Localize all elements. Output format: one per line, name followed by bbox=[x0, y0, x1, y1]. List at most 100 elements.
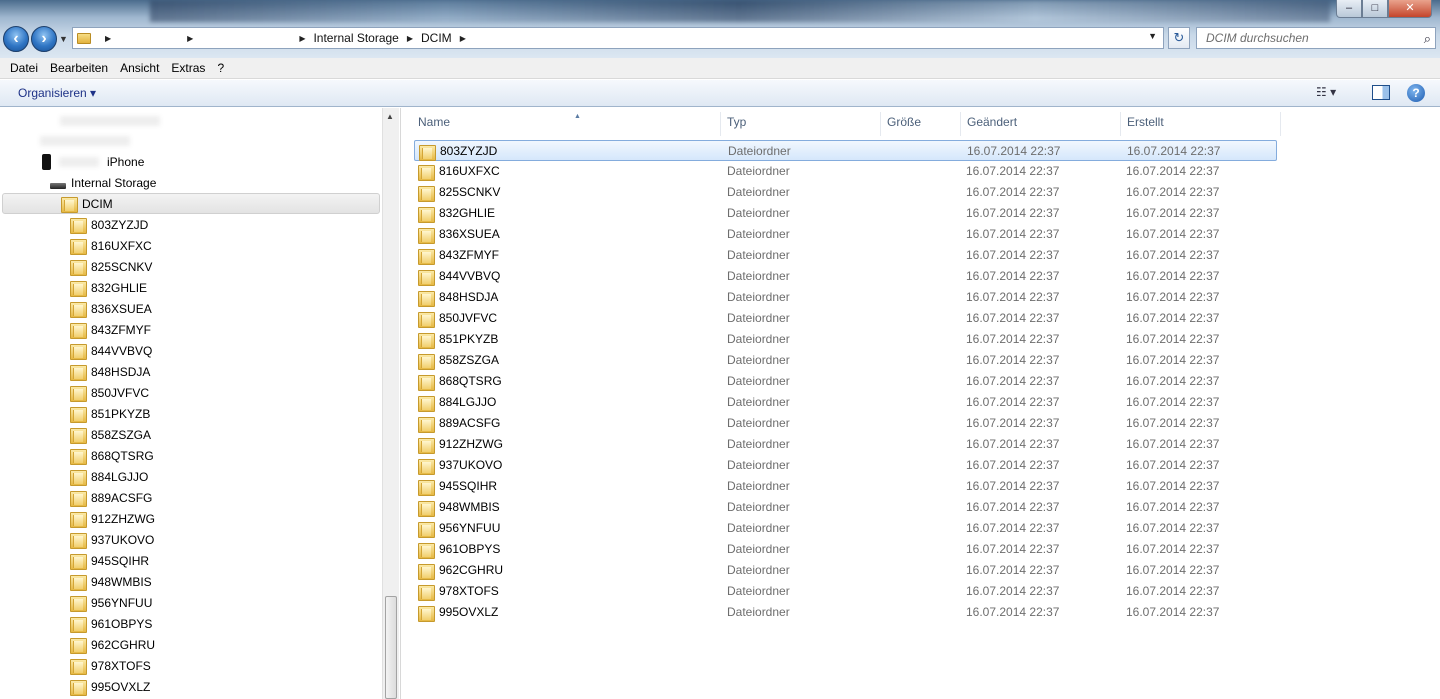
file-row[interactable]: 937UKOVO Dateiordner 16.07.2014 22:37 16.07… bbox=[414, 455, 1277, 476]
search-icon[interactable]: ⌕ bbox=[1424, 31, 1431, 47]
tree-item-folder[interactable]: 889ACSFG bbox=[70, 487, 152, 508]
menu-datei[interactable]: Datei bbox=[4, 61, 44, 75]
file-row[interactable]: 995OVXLZ Dateiordner 16.07.2014 22:37 16.07… bbox=[414, 602, 1277, 623]
column-header-row: Name ▲ Typ Größe Geändert Erstellt bbox=[400, 112, 1440, 136]
file-row[interactable]: 816UXFXC Dateiordner 16.07.2014 22:37 16.07… bbox=[414, 161, 1277, 182]
tree-item-folder[interactable]: 850JVFVC bbox=[70, 382, 149, 403]
file-row[interactable]: 836XSUEA Dateiordner 16.07.2014 22:37 16.07… bbox=[414, 224, 1277, 245]
file-row[interactable]: 843ZFMYF Dateiordner 16.07.2014 22:37 16.07… bbox=[414, 245, 1277, 266]
command-bar: Organisieren ▾ ☷ ▾ ? bbox=[0, 80, 1440, 107]
minimize-button[interactable]: – bbox=[1336, 0, 1362, 18]
nav-scrollbar[interactable]: ▲ bbox=[382, 108, 399, 699]
file-row[interactable]: 850JVFVC Dateiordner 16.07.2014 22:37 16.07… bbox=[414, 308, 1277, 329]
tree-item-folder[interactable]: 848HSDJA bbox=[70, 361, 150, 382]
chevron-down-icon[interactable]: ▼ bbox=[1148, 31, 1157, 41]
file-name: 844VVBVQ bbox=[439, 269, 501, 283]
chevron-right-icon[interactable]: ▶ bbox=[299, 34, 305, 43]
file-row[interactable]: 832GHLIE Dateiordner 16.07.2014 22:37 16.07… bbox=[414, 203, 1277, 224]
file-row[interactable]: 803ZYZJD Dateiordner 16.07.2014 22:37 16.07… bbox=[414, 140, 1277, 161]
tree-item-folder[interactable]: 851PKYZB bbox=[70, 403, 150, 424]
chevron-right-icon[interactable]: ▶ bbox=[407, 34, 413, 43]
column-header-type[interactable]: Typ bbox=[721, 112, 881, 136]
tree-item-folder[interactable]: 912ZHZWG bbox=[70, 508, 155, 529]
menu-ansicht[interactable]: Ansicht bbox=[114, 61, 165, 75]
tree-item-folder[interactable]: 836XSUEA bbox=[70, 298, 152, 319]
file-row[interactable]: 889ACSFG Dateiordner 16.07.2014 22:37 16.07… bbox=[414, 413, 1277, 434]
folder-icon bbox=[418, 206, 435, 223]
column-header-modified[interactable]: Geändert bbox=[961, 112, 1121, 136]
tree-item-folder[interactable]: 844VVBVQ bbox=[70, 340, 152, 361]
tree-item-folder[interactable]: 945SQIHR bbox=[70, 550, 149, 571]
back-button[interactable]: ‹ bbox=[3, 26, 29, 52]
tree-item-folder[interactable]: 803ZYZJD bbox=[70, 214, 148, 235]
refresh-button[interactable]: ↻ bbox=[1168, 27, 1190, 49]
address-bar[interactable]: ▶ ▶ ▶ Internal Storage ▶ DCIM ▶ ▼ bbox=[72, 27, 1164, 49]
scroll-up-icon[interactable]: ▲ bbox=[386, 112, 394, 121]
tree-item-folder[interactable]: 832GHLIE bbox=[70, 277, 147, 298]
scrollbar-thumb[interactable] bbox=[385, 596, 397, 699]
file-row[interactable]: 945SQIHR Dateiordner 16.07.2014 22:37 16.07… bbox=[414, 476, 1277, 497]
tree-item-folder[interactable]: 995OVXLZ bbox=[70, 676, 150, 697]
sort-ascending-icon: ▲ bbox=[574, 113, 581, 120]
file-modified: 16.07.2014 22:37 bbox=[966, 185, 1060, 199]
search-input[interactable] bbox=[1197, 28, 1407, 48]
tree-item-folder[interactable]: 962CGHRU bbox=[70, 634, 155, 655]
tree-item-folder[interactable]: 858ZSZGA bbox=[70, 424, 151, 445]
view-options-button[interactable]: ☷ ▾ bbox=[1316, 85, 1336, 99]
maximize-button[interactable]: □ bbox=[1362, 0, 1388, 18]
tree-item-folder[interactable]: 816UXFXC bbox=[70, 235, 152, 256]
preview-pane-button[interactable] bbox=[1372, 85, 1390, 100]
tree-item-redacted[interactable] bbox=[40, 130, 140, 151]
file-row[interactable]: 912ZHZWG Dateiordner 16.07.2014 22:37 16.07… bbox=[414, 434, 1277, 455]
forward-button[interactable]: › bbox=[31, 26, 57, 52]
file-row[interactable]: 848HSDJA Dateiordner 16.07.2014 22:37 16.07… bbox=[414, 287, 1277, 308]
file-row[interactable]: 962CGHRU Dateiordner 16.07.2014 22:37 16.07… bbox=[414, 560, 1277, 581]
file-row[interactable]: 844VVBVQ Dateiordner 16.07.2014 22:37 16.07… bbox=[414, 266, 1277, 287]
organize-button[interactable]: Organisieren ▾ bbox=[12, 84, 102, 102]
file-type: Dateiordner bbox=[727, 374, 790, 388]
file-row[interactable]: 978XTOFS Dateiordner 16.07.2014 22:37 16.07… bbox=[414, 581, 1277, 602]
folder-icon bbox=[418, 374, 435, 391]
file-modified: 16.07.2014 22:37 bbox=[966, 164, 1060, 178]
tree-item-internal-storage[interactable]: Internal Storage bbox=[50, 172, 156, 193]
file-row[interactable]: 858ZSZGA Dateiordner 16.07.2014 22:37 16.07… bbox=[414, 350, 1277, 371]
file-name: 868QTSRG bbox=[439, 374, 502, 388]
tree-item-folder[interactable]: 825SCNKV bbox=[70, 256, 152, 277]
tree-item-folder[interactable]: 978XTOFS bbox=[70, 655, 151, 676]
file-row[interactable]: 825SCNKV Dateiordner 16.07.2014 22:37 16.07… bbox=[414, 182, 1277, 203]
tree-item-folder[interactable]: 956YNFUU bbox=[70, 592, 152, 613]
help-button[interactable]: ? bbox=[1407, 84, 1425, 102]
file-row[interactable]: 868QTSRG Dateiordner 16.07.2014 22:37 16.07… bbox=[414, 371, 1277, 392]
menu-help[interactable]: ? bbox=[211, 61, 230, 75]
file-modified: 16.07.2014 22:37 bbox=[966, 563, 1060, 577]
tree-item-folder[interactable]: 937UKOVO bbox=[70, 529, 154, 550]
chevron-right-icon[interactable]: ▶ bbox=[460, 34, 466, 43]
history-dropdown-icon[interactable]: ▼ bbox=[59, 34, 68, 44]
column-header-name[interactable]: Name ▲ bbox=[412, 112, 721, 136]
menu-extras[interactable]: Extras bbox=[165, 61, 211, 75]
tree-item-folder[interactable]: 961OBPYS bbox=[70, 613, 152, 634]
tree-item-folder[interactable]: 843ZFMYF bbox=[70, 319, 151, 340]
breadcrumb-internal-storage[interactable]: Internal Storage bbox=[313, 31, 398, 45]
chevron-right-icon[interactable]: ▶ bbox=[187, 34, 193, 43]
column-header-size[interactable]: Größe bbox=[881, 112, 961, 136]
file-row[interactable]: 956YNFUU Dateiordner 16.07.2014 22:37 16.07… bbox=[414, 518, 1277, 539]
file-row[interactable]: 948WMBIS Dateiordner 16.07.2014 22:37 16.07… bbox=[414, 497, 1277, 518]
chevron-right-icon[interactable]: ▶ bbox=[105, 34, 111, 43]
file-row[interactable]: 961OBPYS Dateiordner 16.07.2014 22:37 16.07… bbox=[414, 539, 1277, 560]
tree-item-folder[interactable]: 884LGJJO bbox=[70, 466, 148, 487]
tree-item-dcim[interactable]: DCIM bbox=[2, 193, 380, 214]
tree-item-folder[interactable]: 868QTSRG bbox=[70, 445, 154, 466]
breadcrumb-dcim[interactable]: DCIM bbox=[421, 31, 452, 45]
tree-item-redacted[interactable] bbox=[60, 110, 170, 131]
tree-item-folder[interactable]: 948WMBIS bbox=[70, 571, 152, 592]
redacted-label bbox=[59, 156, 99, 167]
close-button[interactable]: ✕ bbox=[1388, 0, 1432, 18]
file-type: Dateiordner bbox=[727, 227, 790, 241]
search-box[interactable]: ⌕ bbox=[1196, 27, 1436, 49]
menu-bearbeiten[interactable]: Bearbeiten bbox=[44, 61, 114, 75]
file-row[interactable]: 851PKYZB Dateiordner 16.07.2014 22:37 16.07… bbox=[414, 329, 1277, 350]
tree-item-iphone[interactable]: iPhone bbox=[42, 151, 144, 172]
column-header-created[interactable]: Erstellt bbox=[1121, 112, 1281, 136]
file-row[interactable]: 884LGJJO Dateiordner 16.07.2014 22:37 16.07… bbox=[414, 392, 1277, 413]
